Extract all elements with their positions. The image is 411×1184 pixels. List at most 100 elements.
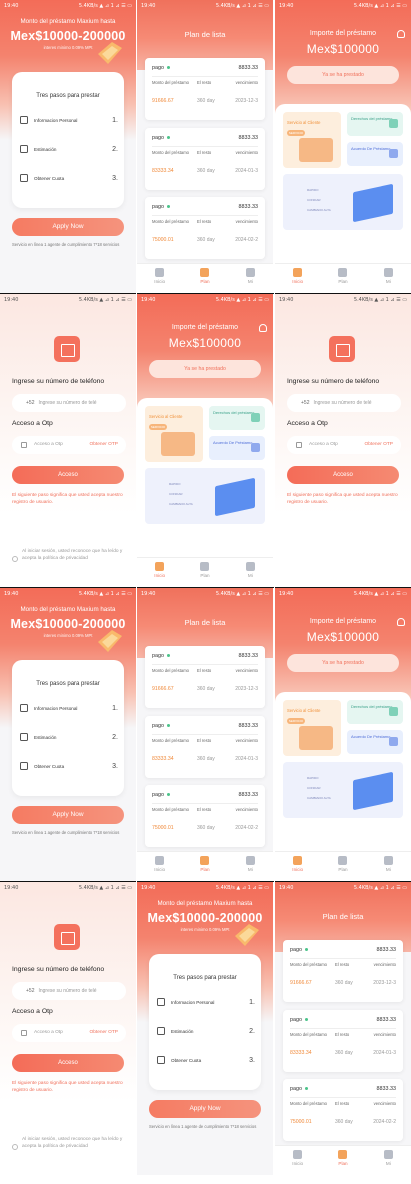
customer-service-card[interactable]: Servicio al Cliente SERVICIO	[283, 700, 341, 756]
plan-amount: 8833.33	[238, 135, 259, 141]
step-label: Informacion Personal	[34, 705, 78, 711]
tab-mi[interactable]: Mi	[228, 558, 273, 587]
service-pill: SERVICIO	[287, 130, 305, 136]
phone-input[interactable]: +52 Ingrese su número de telé	[287, 394, 401, 412]
loan-agreement-card[interactable]: Acuerdo De Préstamo	[347, 730, 403, 754]
loan-status-button[interactable]: Ya se ha prestado	[287, 66, 399, 84]
plan-card[interactable]: pago 8833.33 Monto del préstamo El resto…	[145, 58, 265, 120]
get-otp-button[interactable]: Obtener OTP	[89, 436, 118, 454]
login-button[interactable]: Acceso	[12, 1054, 124, 1072]
status-bar: 19:40 5.4KB/s ▲ ⊿ 1 ⊿ ☰ ▭	[275, 0, 411, 10]
tab-plan[interactable]: Plan	[320, 1146, 365, 1175]
status-dot-icon	[167, 205, 170, 209]
otp-input[interactable]: Acceso a Otp Obtener OTP	[12, 1024, 126, 1042]
status-time: 19:40	[279, 885, 294, 891]
loan-agreement-card[interactable]: Acuerdo De Préstamo	[347, 142, 403, 166]
loan-value: 75000.01	[152, 825, 174, 831]
loan-rights-card[interactable]: Derechos del préstamo	[209, 406, 265, 430]
otp-placeholder: Acceso a Otp	[309, 442, 338, 447]
status-time: 19:40	[141, 885, 156, 891]
phone-input[interactable]: +52 Ingrese su número de telé	[12, 394, 126, 412]
otp-placeholder: Acceso a Otp	[34, 1030, 63, 1035]
home-icon	[293, 268, 303, 277]
tab-mi[interactable]: Mi	[366, 264, 411, 293]
tab-label: Plan	[338, 279, 348, 284]
loan-agreement-card[interactable]: Acuerdo De Préstamo	[209, 436, 265, 460]
loan-rights-card[interactable]: Derechos del préstamo	[347, 112, 403, 136]
customer-service-card[interactable]: Servicio al Cliente SERVICIO	[283, 112, 341, 168]
document-icon	[389, 707, 398, 716]
plan-card[interactable]: pago 8833.33 Monto del préstamo El resto…	[145, 785, 265, 847]
get-otp-button[interactable]: Obtener OTP	[364, 436, 393, 454]
home-icon	[155, 268, 165, 277]
tab-plan[interactable]: Plan	[182, 852, 227, 881]
edit-icon	[20, 116, 28, 124]
tab-inicio[interactable]: Inicio	[137, 264, 182, 293]
tab-plan[interactable]: Plan	[320, 264, 365, 293]
loan-rights-card[interactable]: Derechos del préstamo	[347, 700, 403, 724]
otp-input[interactable]: Acceso a Otp Obtener OTP	[287, 436, 401, 454]
plan-amount: 8833.33	[376, 1086, 397, 1092]
privacy-radio[interactable]	[12, 556, 18, 562]
tab-inicio[interactable]: Inicio	[275, 1146, 320, 1175]
phone-heading: Ingrese su número de teléfono	[287, 378, 380, 385]
col-rest-label: El resto	[197, 80, 212, 85]
tab-plan[interactable]: Plan	[320, 852, 365, 881]
tab-label: Inicio	[154, 279, 166, 284]
tab-inicio[interactable]: Inicio	[137, 852, 182, 881]
otp-heading: Acceso a Otp	[287, 420, 328, 427]
steps-heading: Tres pasos para prestar	[36, 93, 100, 99]
privacy-radio[interactable]	[12, 1144, 18, 1150]
loan-status-button[interactable]: Ya se ha prestado	[149, 360, 261, 378]
status-icons: 5.4KB/s ▲ ⊿ 1 ⊿ ☰ ▭	[215, 297, 269, 303]
step-label: Informacion Personal	[34, 117, 78, 123]
server-illustration-icon	[353, 771, 393, 811]
otp-input[interactable]: Acceso a Otp Obtener OTP	[12, 436, 126, 454]
customer-service-card[interactable]: Servicio al Cliente SERVICIO	[145, 406, 203, 462]
plan-card[interactable]: pago 8833.33 Monto del préstamo El resto…	[145, 716, 265, 778]
tab-mi[interactable]: Mi	[228, 852, 273, 881]
plan-card[interactable]: pago 8833.33 Monto del préstamo El resto…	[145, 128, 265, 190]
tab-mi[interactable]: Mi	[228, 264, 273, 293]
tab-inicio[interactable]: Inicio	[275, 852, 320, 881]
tab-inicio[interactable]: Inicio	[275, 264, 320, 293]
tab-label: Inicio	[292, 279, 304, 284]
contract-icon	[389, 737, 398, 746]
apply-now-button[interactable]: Apply Now	[12, 218, 124, 236]
phone-input[interactable]: +52 Ingrese su número de telé	[12, 982, 126, 1000]
document-icon	[251, 413, 260, 422]
calculator-icon	[157, 1027, 165, 1035]
plan-card[interactable]: pago 8833.33 Monto del préstamo El resto…	[145, 646, 265, 708]
tab-plan[interactable]: Plan	[182, 264, 227, 293]
plan-pago: pago	[290, 1017, 308, 1023]
login-button[interactable]: Acceso	[12, 466, 124, 484]
status-icons: 5.4KB/s ▲ ⊿ 1 ⊿ ☰ ▭	[353, 3, 407, 9]
due-value: 2024-02-2	[235, 237, 258, 243]
col-due-label: vencimiento	[235, 150, 258, 155]
loan-status-button[interactable]: Ya se ha prestado	[287, 654, 399, 672]
card-label: Acuerdo De Préstamo	[351, 146, 391, 151]
tab-mi[interactable]: Mi	[366, 852, 411, 881]
privacy-text: Al iniciar sesión, usted reconoce que ha…	[22, 549, 123, 561]
row-2: 19:40 5.4KB/s ▲ ⊿ 1 ⊿ ☰ ▭ Ingrese su núme…	[0, 294, 411, 587]
plan-card[interactable]: pago 8833.33 Monto del préstamo El resto…	[283, 1079, 403, 1141]
user-icon	[245, 856, 255, 865]
login-button[interactable]: Acceso	[287, 466, 399, 484]
edit-icon	[20, 704, 28, 712]
plan-card[interactable]: pago 8833.33 Monto del préstamo El resto…	[283, 1010, 403, 1072]
tab-plan[interactable]: Plan	[182, 558, 227, 587]
tab-label: Mi	[385, 279, 391, 284]
due-value: 2024-01-3	[235, 756, 258, 762]
tab-inicio[interactable]: Inicio	[137, 558, 182, 587]
intro-title: Monto del préstamo Maxium hasta	[20, 606, 116, 613]
plan-card[interactable]: pago 8833.33 Monto del préstamo El resto…	[145, 197, 265, 259]
column-divider	[274, 0, 275, 1184]
tab-mi[interactable]: Mi	[366, 1146, 411, 1175]
divider	[290, 958, 396, 959]
row-1: 19:40 5.4KB/s ▲ ⊿ 1 ⊿ ☰ ▭ Monto del prést…	[0, 0, 411, 293]
get-otp-button[interactable]: Obtener OTP	[89, 1024, 118, 1042]
apply-now-button[interactable]: Apply Now	[12, 806, 124, 824]
status-icons: 5.4KB/s ▲ ⊿ 1 ⊿ ☰ ▭	[353, 591, 407, 597]
apply-now-button[interactable]: Apply Now	[149, 1100, 261, 1118]
plan-card[interactable]: pago 8833.33 Monto del préstamo El resto…	[283, 940, 403, 1002]
